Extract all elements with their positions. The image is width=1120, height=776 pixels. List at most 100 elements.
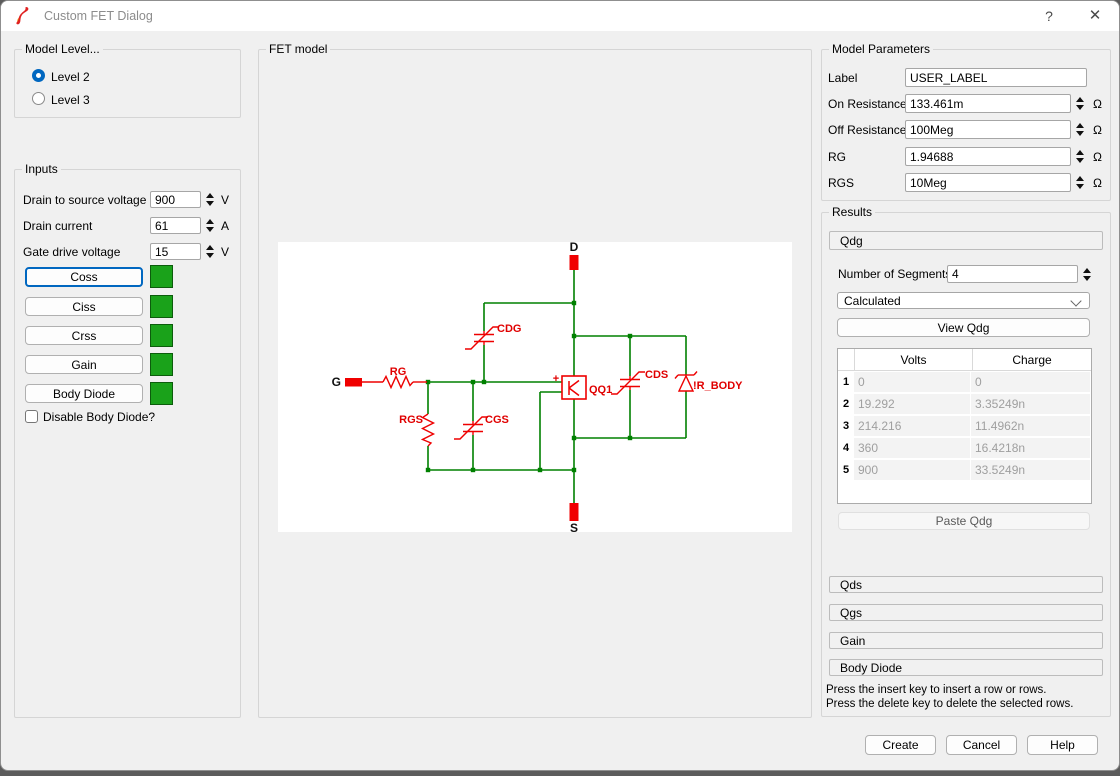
rgs-param-spinner[interactable]: [1073, 172, 1087, 193]
drain-current-field[interactable]: 61: [150, 217, 201, 234]
paste-qdg-button[interactable]: Paste Qdg: [838, 512, 1090, 530]
rgs-param-label: RGS: [828, 173, 854, 192]
schematic-wires: [427, 270, 686, 503]
disable-body-diode-checkbox[interactable]: [25, 410, 38, 423]
gate-drive-voltage-unit: V: [221, 243, 229, 260]
qdg-table[interactable]: Volts Charge 1 0 0 2 19.292 3.35249n 3 2…: [837, 348, 1092, 504]
fet-schematic: D S G RG CDG RGS CGS CDS QQ1 !R_BODY +: [278, 242, 792, 532]
qdg-mode-dropdown[interactable]: Calculated: [837, 292, 1090, 309]
results-group: Results Qdg Number of Segments 4 Calcula…: [821, 212, 1111, 717]
drain-source-voltage-spinner[interactable]: [203, 189, 217, 210]
help-button[interactable]: Help: [1027, 735, 1098, 755]
drain-source-voltage-field[interactable]: 900: [150, 191, 201, 208]
number-of-segments-spinner[interactable]: [1080, 263, 1094, 285]
drain-current-spinner[interactable]: [203, 215, 217, 236]
schematic-canvas[interactable]: D S G RG CDG RGS CGS CDS QQ1 !R_BODY +: [278, 242, 792, 532]
off-resistance-spinner[interactable]: [1073, 119, 1087, 140]
radio-level-3-label: Level 3: [51, 93, 90, 107]
qq1-label: QQ1: [589, 384, 612, 396]
table-row[interactable]: 3 214.216 11.4962n: [838, 415, 1091, 437]
rgs-resistor: [423, 414, 434, 446]
radio-level-2[interactable]: [32, 69, 45, 82]
gate-drive-voltage-spinner[interactable]: [203, 241, 217, 262]
drain-current-label: Drain current: [23, 217, 92, 234]
label-row-label: Label: [828, 68, 857, 87]
on-resistance-field[interactable]: 133.461m: [905, 94, 1071, 113]
table-row[interactable]: 1 0 0: [838, 371, 1091, 393]
window-close-button[interactable]: ✕: [1086, 7, 1104, 25]
gate-drive-voltage-field[interactable]: 15: [150, 243, 201, 260]
coss-button[interactable]: Coss: [25, 267, 143, 287]
delete-hint-text: Press the delete key to delete the selec…: [826, 697, 1073, 711]
gate-label: G: [332, 375, 341, 389]
body-diode-button[interactable]: Body Diode: [25, 384, 143, 403]
drain-current-unit: A: [221, 217, 229, 234]
drain-terminal: [570, 255, 579, 270]
source-terminal: [570, 503, 579, 521]
cgs-capacitor: [454, 417, 488, 439]
qdg-mode-value: Calculated: [844, 294, 901, 308]
create-button[interactable]: Create: [865, 735, 936, 755]
volts-cell: 900: [854, 459, 971, 481]
cancel-button[interactable]: Cancel: [946, 735, 1017, 755]
crss-button[interactable]: Crss: [25, 326, 143, 345]
insert-hint-text: Press the insert key to insert a row or …: [826, 683, 1047, 697]
number-of-segments-label: Number of Segments: [838, 265, 951, 283]
charge-cell: 11.4962n: [971, 415, 1091, 437]
model-parameters-group: Model Parameters Label USER_LABEL On Res…: [821, 49, 1111, 201]
table-row[interactable]: 2 19.292 3.35249n: [838, 393, 1091, 415]
charge-column-header: Charge: [973, 349, 1091, 370]
gain-button[interactable]: Gain: [25, 355, 143, 374]
qgs-section-button[interactable]: Qgs: [829, 604, 1103, 621]
qds-section-button[interactable]: Qds: [829, 576, 1103, 593]
table-row[interactable]: 5 900 33.5249n: [838, 459, 1091, 481]
qdg-section-button[interactable]: Qdg: [829, 231, 1103, 250]
ciss-button[interactable]: Ciss: [25, 297, 143, 316]
rg-param-unit: Ω: [1093, 147, 1102, 166]
cds-capacitor: [611, 372, 645, 394]
number-of-segments-field[interactable]: 4: [947, 265, 1078, 283]
title-bar: Custom FET Dialog ? ✕: [1, 1, 1119, 31]
qq1-transistor: [562, 376, 586, 399]
custom-fet-dialog: Custom FET Dialog ? ✕ Model Level... Lev…: [0, 0, 1120, 771]
rg-param-label: RG: [828, 147, 846, 166]
view-qdg-button[interactable]: View Qdg: [837, 318, 1090, 337]
radio-level-3[interactable]: [32, 92, 45, 105]
rgs-param-unit: Ω: [1093, 173, 1102, 192]
body-diode-section-button[interactable]: Body Diode: [829, 659, 1103, 676]
cgs-label: CGS: [485, 414, 509, 426]
cds-label: CDS: [645, 369, 668, 381]
crss-status-indicator: [150, 324, 173, 347]
qdg-table-header: Volts Charge: [838, 349, 1091, 371]
charge-cell: 3.35249n: [971, 393, 1091, 415]
rg-param-spinner[interactable]: [1073, 146, 1087, 167]
cdg-capacitor: [465, 327, 499, 349]
qq1-plus-sign: +: [553, 373, 559, 385]
window-help-button[interactable]: ?: [1040, 7, 1058, 25]
volts-column-header: Volts: [855, 349, 973, 370]
rgs-param-field[interactable]: 10Meg: [905, 173, 1071, 192]
disable-body-diode-label: Disable Body Diode?: [43, 410, 155, 424]
volts-cell: 0: [854, 371, 971, 393]
gate-terminal: [345, 378, 362, 387]
coss-status-indicator: [150, 265, 173, 288]
rg-param-field[interactable]: 1.94688: [905, 147, 1071, 166]
fet-model-group: FET model: [258, 49, 812, 718]
charge-cell: 33.5249n: [971, 459, 1091, 481]
results-group-title: Results: [829, 205, 875, 219]
rg-label: RG: [390, 366, 407, 378]
charge-cell: 0: [971, 371, 1091, 393]
gain-status-indicator: [150, 353, 173, 376]
cdg-label: CDG: [497, 323, 521, 335]
off-resistance-field[interactable]: 100Meg: [905, 120, 1071, 139]
label-field[interactable]: USER_LABEL: [905, 68, 1087, 87]
rg-resistor: [383, 377, 413, 388]
table-row[interactable]: 4 360 16.4218n: [838, 437, 1091, 459]
volts-cell: 214.216: [854, 415, 971, 437]
on-resistance-spinner[interactable]: [1073, 93, 1087, 114]
on-resistance-label: On Resistance: [828, 94, 907, 113]
gain-section-button[interactable]: Gain: [829, 632, 1103, 649]
model-parameters-group-title: Model Parameters: [829, 42, 933, 56]
on-resistance-unit: Ω: [1093, 94, 1102, 113]
rgs-label: RGS: [399, 414, 423, 426]
